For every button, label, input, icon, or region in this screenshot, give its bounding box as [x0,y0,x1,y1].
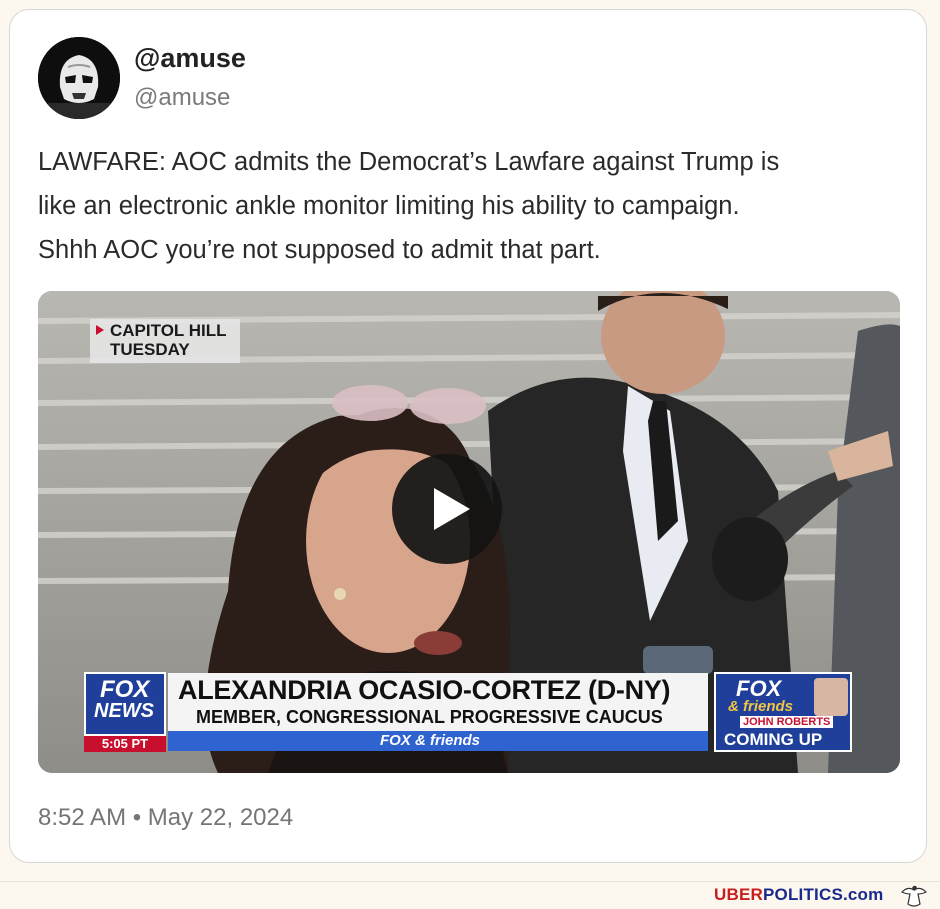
lower-third-name: ALEXANDRIA OCASIO-CORTEZ (D-NY) [178,675,671,705]
watermark-part2: POLITICS [762,885,843,904]
host-avatar [814,678,848,716]
avatar[interactable] [38,37,120,119]
footer-divider [0,881,940,882]
tweet-timestamp[interactable]: 8:52 AM • May 22, 2024 [38,804,293,832]
location-tag-line1: CAPITOL HILL [110,321,227,340]
watermark-part3: .com [842,885,884,904]
location-tag-line2: TUESDAY [110,340,190,359]
lower-third: ALEXANDRIA OCASIO-CORTEZ (D-NY) MEMBER, … [168,673,708,731]
user-handle[interactable]: @amuse [134,84,230,112]
tweet-text-line: LAWFARE: AOC admits the Democrat’s Lawfa… [38,148,780,176]
show-bug: FOX & friends [380,732,481,749]
tweet-text-line: like an electronic ankle monitor limitin… [38,192,740,220]
video-player[interactable]: CAPITOL HILL TUESDAY FOX NEWS 5:05 PT AL… [38,291,900,773]
site-watermark[interactable]: UBERPOLITICS.com [714,885,883,905]
promo-logo-line2: & friends [728,698,794,715]
display-name[interactable]: @amuse [134,43,246,74]
tweet-text-line: Shhh AOC you’re not supposed to admit th… [38,236,601,264]
tweet-text: LAWFARE: AOC admits the Democrat’s Lawfa… [38,140,898,272]
fox-news-logo: FOX NEWS [84,672,166,736]
promo-label: COMING UP [724,730,823,749]
tweet-card: @amuse @amuse LAWFARE: AOC admits the De… [9,9,927,863]
eagle-icon [900,885,928,907]
network-logo-line2: NEWS [94,700,154,722]
watermark-part1: UBER [714,885,763,904]
promo-box: FOX & friends JOHN ROBERTS COMING UP [714,672,852,752]
broadcast-time: 5:05 PT [84,736,166,752]
play-button[interactable] [392,454,502,564]
lower-third-bar: FOX & friends [168,731,708,751]
location-tag: CAPITOL HILL TUESDAY [90,319,240,363]
promo-host: JOHN ROBERTS [740,716,834,728]
stormtrooper-avatar-icon [38,37,120,119]
lower-third-title: MEMBER, CONGRESSIONAL PROGRESSIVE CAUCUS [196,707,663,727]
location-arrow-icon [96,325,104,335]
play-icon [434,488,470,530]
